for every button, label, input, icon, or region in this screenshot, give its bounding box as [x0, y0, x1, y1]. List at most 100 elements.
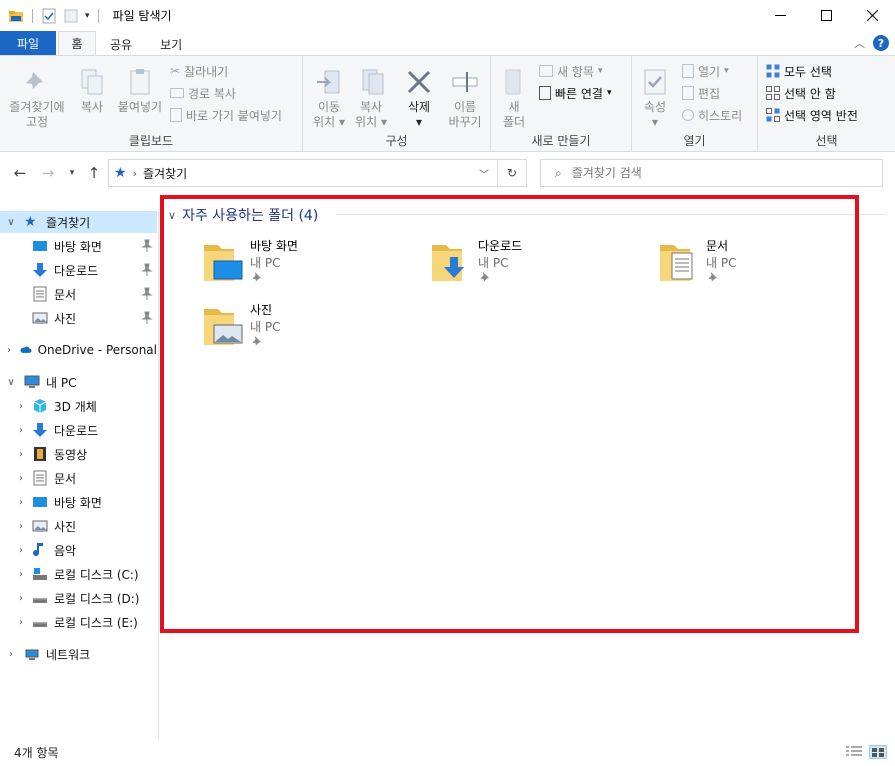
nav-pc-pictures[interactable]: › 사진 — [0, 515, 157, 537]
properties-button[interactable]: 속성 ▾ — [638, 66, 672, 130]
collapsed-chevron-icon[interactable]: › — [14, 617, 28, 628]
move-to-button[interactable]: 이동 위치 ▾ — [309, 66, 349, 130]
network-icon — [25, 649, 39, 660]
recent-locations-button[interactable]: ▾ — [62, 163, 82, 183]
collapsed-chevron-icon[interactable]: › — [14, 593, 28, 604]
new-folder-button[interactable]: 새 폴더 — [497, 66, 531, 130]
back-button[interactable]: ← — [10, 163, 30, 183]
search-input[interactable] — [571, 166, 852, 180]
nav-pc-drive-d[interactable]: › 로컬 디스크 (D:) — [0, 587, 157, 609]
collapsed-chevron-icon[interactable]: › — [4, 649, 18, 660]
collapsed-chevron-icon[interactable]: › — [14, 473, 28, 484]
group-label: 구성 — [385, 134, 408, 148]
collapsed-chevron-icon[interactable]: › — [14, 497, 28, 508]
details-view-button[interactable] — [845, 745, 863, 759]
customize-dropdown-icon[interactable]: ▾ — [85, 11, 90, 21]
up-button[interactable]: ↑ — [84, 163, 104, 183]
help-icon[interactable]: ? — [873, 35, 889, 51]
rename-button[interactable]: 이름 바꾸기 — [443, 66, 487, 130]
expanded-chevron-icon[interactable]: ∨ — [4, 217, 18, 228]
collapsed-chevron-icon[interactable]: › — [14, 569, 28, 580]
tab-view[interactable]: 보기 — [146, 32, 196, 56]
address-bar[interactable]: ★ › 즐겨찾기 ﹀ — [108, 159, 498, 187]
nav-pc-documents[interactable]: › 문서 — [0, 467, 157, 489]
new-folder-label-line2: 폴더 — [502, 115, 526, 129]
expanded-chevron-icon[interactable]: ∨ — [4, 377, 18, 388]
nav-pc-drive-c[interactable]: › 로컬 디스크 (C:) — [0, 563, 157, 585]
chevron-down-icon: ∨ — [168, 208, 177, 222]
nav-pc-videos[interactable]: › 동영상 — [0, 443, 157, 465]
nav-quick-access[interactable]: ∨ ★ 즐겨찾기 — [0, 211, 157, 233]
ribbon-tabs: 파일 홈 공유 보기 ︿ ? — [0, 31, 895, 56]
pin-to-quick-access-button[interactable]: 즐겨찾기에 고정 — [6, 66, 68, 130]
invert-selection-label: 선택 영역 반전 — [784, 108, 858, 123]
nav-quick-pictures[interactable]: 사진 — [0, 307, 157, 329]
edit-label: 편집 — [698, 86, 721, 101]
paste-shortcut-label: 바로 가기 붙여넣기 — [186, 108, 282, 123]
invert-selection-button[interactable]: 선택 영역 반전 — [766, 105, 858, 125]
minimize-button[interactable] — [757, 0, 803, 31]
details-view-icon — [846, 746, 862, 756]
collapse-ribbon-icon[interactable]: ︿ — [854, 35, 865, 51]
copy-to-button[interactable]: 복사 위치 ▾ — [351, 66, 391, 130]
collapsed-chevron-icon[interactable]: › — [14, 425, 28, 436]
frequent-folders-header[interactable]: ∨ 자주 사용하는 폴더 (4) — [168, 205, 318, 225]
nav-pc-3d-objects[interactable]: › 3D 개체 — [0, 395, 157, 417]
open-button[interactable]: 열기 ▾ — [682, 61, 729, 81]
cut-button[interactable]: ✂ 잘라내기 — [170, 61, 228, 81]
nav-this-pc[interactable]: ∨ 내 PC — [0, 371, 157, 393]
scissors-icon: ✂ — [170, 64, 181, 78]
delete-button[interactable]: 삭제 ▾ — [399, 66, 439, 130]
nav-pc-downloads[interactable]: › 다운로드 — [0, 419, 157, 441]
paste-shortcut-button[interactable]: 바로 가기 붙여넣기 — [170, 105, 282, 125]
collapsed-chevron-icon[interactable]: › — [4, 345, 14, 356]
tab-share[interactable]: 공유 — [96, 32, 146, 56]
folder-tile-pictures[interactable]: 사진 내 PC — [202, 301, 422, 359]
folder-tile-documents[interactable]: 문서 내 PC — [658, 237, 878, 295]
address-dropdown-icon[interactable]: ﹀ — [479, 166, 489, 181]
folder-name: 문서 — [706, 239, 729, 253]
copy-path-icon — [170, 88, 184, 98]
nav-quick-documents[interactable]: 문서 — [0, 283, 157, 305]
copy-path-button[interactable]: 경로 복사 — [170, 83, 236, 103]
collapsed-chevron-icon[interactable]: › — [14, 521, 28, 532]
close-button[interactable] — [849, 0, 895, 31]
history-button[interactable]: 히스토리 — [682, 105, 742, 125]
properties-label: 속성 — [643, 100, 667, 114]
breadcrumb-current[interactable]: 즐겨찾기 — [143, 165, 187, 182]
select-all-button[interactable]: 모두 선택 — [766, 61, 832, 81]
select-none-button[interactable]: 선택 안 함 — [766, 83, 836, 103]
nav-network[interactable]: › 네트워크 — [0, 643, 157, 665]
refresh-button[interactable]: ↻ — [497, 159, 527, 187]
collapsed-chevron-icon[interactable]: › — [14, 545, 28, 556]
nav-pc-drive-e[interactable]: › 로컬 디스크 (E:) — [0, 611, 157, 633]
new-item-button[interactable]: 새 항목 ▾ — [539, 61, 602, 81]
folder-tile-downloads[interactable]: 다운로드 내 PC — [430, 237, 650, 295]
tab-home[interactable]: 홈 — [58, 31, 96, 56]
nav-onedrive[interactable]: › OneDrive - Personal — [0, 339, 157, 361]
search-box[interactable]: ⌕ — [540, 159, 883, 187]
paste-button[interactable]: 붙여넣기 — [114, 66, 166, 115]
collapsed-chevron-icon[interactable]: › — [14, 401, 28, 412]
maximize-button[interactable] — [803, 0, 849, 31]
properties-quick-icon[interactable] — [41, 8, 57, 24]
properties-dropdown-icon: ▾ — [651, 115, 659, 129]
nav-pc-music[interactable]: › 음악 — [0, 539, 157, 561]
star-icon: ★ — [24, 214, 37, 230]
collapsed-chevron-icon[interactable]: › — [14, 449, 28, 460]
nav-label: 문서 — [54, 471, 77, 486]
large-icons-view-button[interactable] — [869, 745, 887, 759]
copy-button[interactable]: 복사 — [72, 66, 112, 115]
folder-tile-desktop[interactable]: 바탕 화면 내 PC — [202, 237, 422, 295]
divider — [97, 8, 99, 23]
new-folder-quick-icon[interactable] — [63, 8, 79, 24]
easy-access-button[interactable]: 빠른 연결 ▾ — [539, 83, 612, 103]
nav-label: 내 PC — [46, 375, 77, 390]
download-arrow-icon — [33, 423, 47, 437]
tab-file[interactable]: 파일 — [0, 31, 56, 56]
nav-quick-downloads[interactable]: 다운로드 — [0, 259, 157, 281]
nav-quick-desktop[interactable]: 바탕 화면 — [0, 235, 157, 257]
nav-pc-desktop[interactable]: › 바탕 화면 — [0, 491, 157, 513]
forward-button[interactable]: → — [38, 163, 58, 183]
edit-button[interactable]: 편집 — [682, 83, 720, 103]
